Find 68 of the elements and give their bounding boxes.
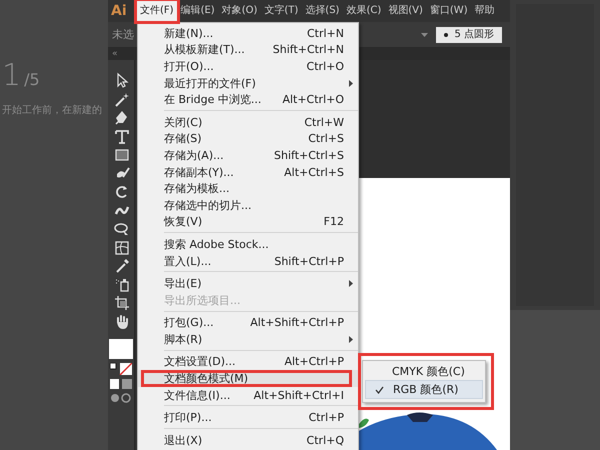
submenu-arrow-icon — [349, 336, 353, 343]
shortcut-text: Alt+Ctrl+O — [281, 93, 344, 106]
collapse-button[interactable]: « — [112, 49, 118, 59]
fill-swatch[interactable] — [109, 339, 133, 359]
shortcut-text: Ctrl+W — [303, 116, 344, 129]
shortcut-text: Ctrl+O — [306, 60, 344, 73]
menu-item[interactable]: 存储副本(Y)... Alt+Ctrl+S — [138, 164, 358, 180]
shortcut-text: Alt+Shift+Ctrl+I — [252, 388, 344, 402]
color-mode-icon[interactable] — [110, 379, 132, 389]
step-total: /5 — [24, 70, 40, 89]
menu-title[interactable]: 视图(V) — [385, 1, 426, 21]
menu-title[interactable]: 效果(C) — [343, 1, 384, 21]
step-number: 1 — [2, 58, 22, 93]
pen-icon[interactable] — [112, 109, 130, 126]
menu-item[interactable]: 置入(L)... Shift+Ctrl+P — [138, 252, 358, 270]
menu-item[interactable]: RGB 颜色(R) — [365, 380, 483, 399]
menu-item[interactable]: 存储为(A)... Shift+Ctrl+S — [138, 147, 358, 164]
menu-item[interactable]: 最近打开的文件(F) — [138, 74, 358, 92]
shortcut-text: Ctrl+S — [307, 132, 344, 146]
type-icon[interactable] — [112, 128, 130, 144]
menu-item[interactable]: 文件信息(I)... Alt+Shift+Ctrl+I — [138, 386, 358, 404]
menu-item[interactable]: 新建(N)... Ctrl+N — [138, 25, 358, 42]
menu-item[interactable]: 恢复(V) F12 — [138, 214, 358, 230]
menu-item[interactable]: 从模板新建(T)... Shift+Ctrl+N — [138, 42, 358, 58]
menu-item[interactable]: 存储为模板... — [138, 180, 358, 197]
brush-dropdown[interactable]: 5 点圆形 — [436, 26, 502, 42]
menu-item[interactable]: 退出(X) Ctrl+Q — [138, 432, 358, 449]
menu-item[interactable]: 打印(P)... Ctrl+P — [138, 409, 358, 426]
menu-item[interactable]: 在 Bridge 中浏览... Alt+Ctrl+O — [138, 91, 358, 108]
shortcut-text: Alt+Ctrl+S — [283, 166, 344, 179]
menu-item[interactable]: 打包(G)... Alt+Shift+Ctrl+P — [138, 314, 358, 332]
stroke-swatch-icon[interactable] — [110, 363, 132, 375]
menu-title[interactable]: 窗口(W) — [426, 1, 471, 21]
menu-title[interactable]: 文字(T) — [261, 1, 302, 21]
app-logo: Ai — [110, 3, 128, 19]
menu-title[interactable]: 对象(O) — [218, 1, 260, 21]
menu-title[interactable]: 帮助 — [472, 1, 498, 21]
dropdown-caret-icon[interactable] — [421, 32, 428, 36]
shortcut-text: Shift+Ctrl+N — [272, 43, 344, 56]
instruction-text: 开始工作前，在新建的 — [2, 104, 103, 117]
shortcut-text: Ctrl+P — [308, 411, 344, 424]
shortcut-text: Shift+Ctrl+P — [273, 254, 344, 268]
shortcut-text: F12 — [322, 215, 344, 228]
shortcut-text: Alt+Ctrl+P — [283, 355, 344, 368]
menu-item[interactable]: CMYK 颜色(C) — [365, 363, 483, 380]
menu-item[interactable]: 打开(O)... Ctrl+O — [138, 58, 358, 75]
submenu-arrow-icon — [349, 280, 353, 288]
artboard-icon[interactable] — [112, 294, 130, 311]
submenu-arrow-icon — [349, 80, 353, 87]
draw-mode-icon[interactable] — [110, 393, 132, 403]
menu-item[interactable]: 存储(S) Ctrl+S — [138, 130, 358, 148]
shortcut-text: Shift+Ctrl+S — [273, 148, 344, 162]
shortcut-text: Ctrl+N — [306, 26, 344, 40]
menu-title[interactable]: 编辑(E) — [178, 1, 218, 21]
menu-item[interactable]: 文档设置(D)... Alt+Ctrl+P — [138, 354, 358, 370]
selection-status: 未选 — [112, 27, 134, 42]
mesh-icon[interactable] — [112, 238, 130, 256]
menu-item[interactable]: 导出(E) — [138, 275, 358, 292]
menu-title[interactable]: 文件(F) — [137, 1, 177, 21]
menu-item[interactable]: 脚本(R) — [138, 331, 358, 348]
menu-title[interactable]: 选择(S) — [302, 1, 342, 21]
checkmark-icon — [375, 386, 384, 394]
shortcut-text: Ctrl+Q — [306, 434, 344, 447]
menu-item[interactable]: 关闭(C) Ctrl+W — [138, 114, 358, 131]
dot-icon — [444, 32, 448, 36]
menu-item[interactable]: 存储选中的切片... — [138, 196, 358, 214]
shortcut-text: Alt+Shift+Ctrl+P — [249, 316, 344, 330]
menu-item[interactable]: 搜索 Adobe Stock... — [138, 236, 358, 253]
